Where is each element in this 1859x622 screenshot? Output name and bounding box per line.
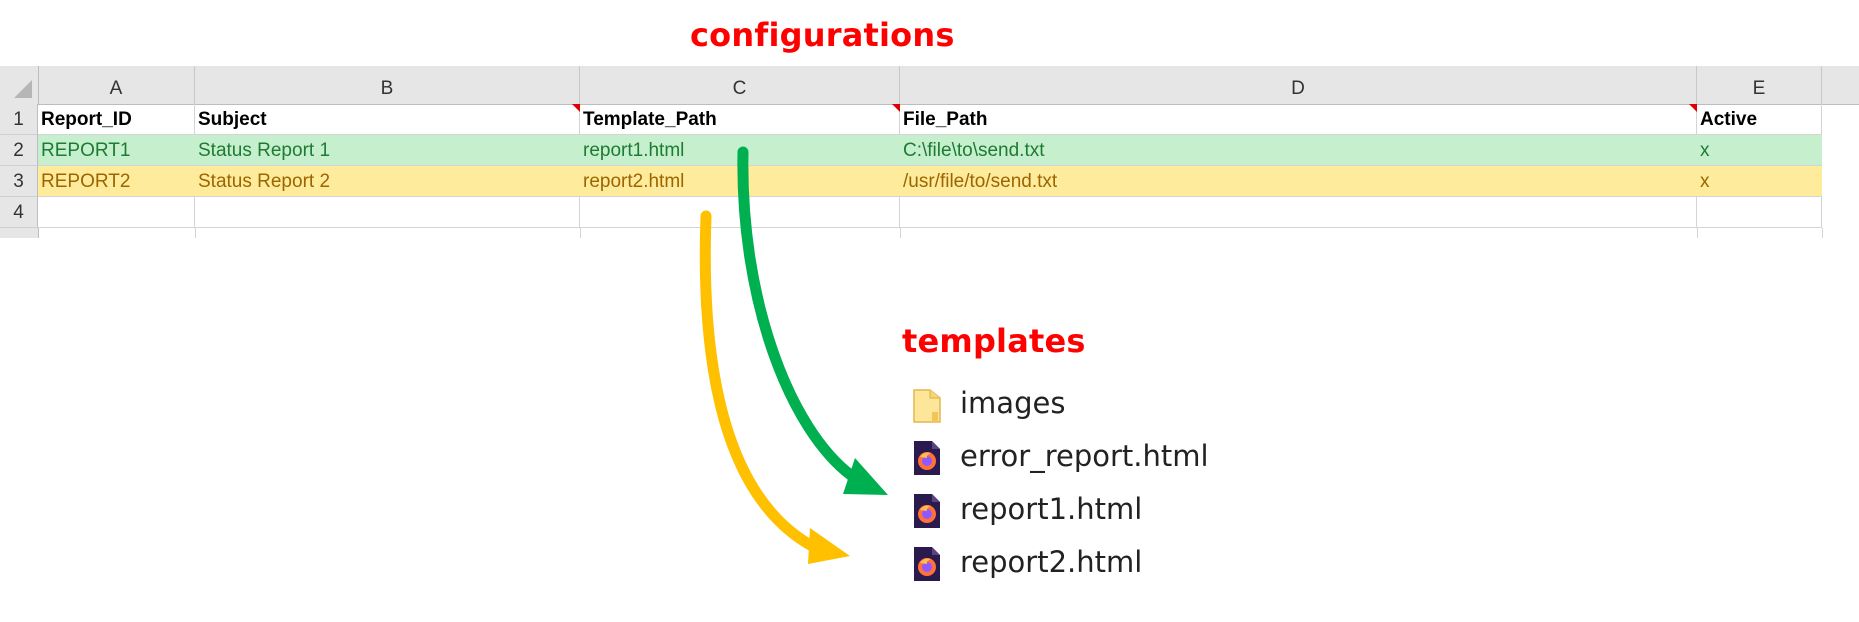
yellow-arrow bbox=[699, 210, 850, 564]
mapping-arrows bbox=[699, 146, 888, 564]
green-arrow bbox=[737, 146, 888, 495]
